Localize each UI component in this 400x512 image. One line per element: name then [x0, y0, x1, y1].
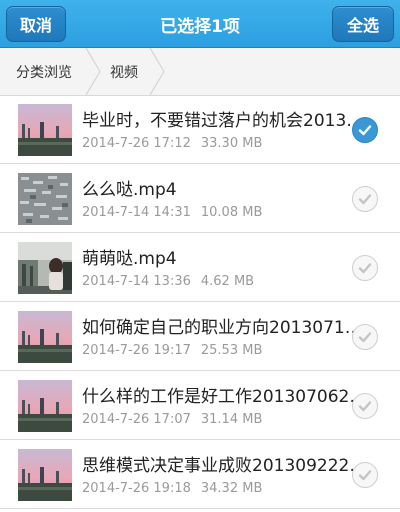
- file-name: 么么哒.mp4: [82, 180, 177, 200]
- file-meta: 2014-7-14 13:36 4.62 MB: [82, 274, 254, 289]
- select-checkbox[interactable]: [352, 255, 378, 281]
- file-size: 25.53 MB: [200, 343, 263, 358]
- file-name: 什么样的工作是好工作2013070621.mp4: [82, 387, 372, 407]
- file-name: 思维模式决定事业成败2013092221.mp4: [82, 456, 372, 476]
- video-thumbnail: [18, 242, 72, 294]
- breadcrumb-item-video[interactable]: 视频: [110, 48, 138, 95]
- select-checkbox[interactable]: [352, 324, 378, 350]
- file-date: 2014-7-26 19:18: [82, 481, 191, 496]
- breadcrumb: 分类浏览 视频: [0, 48, 400, 96]
- file-meta: 2014-7-26 17:12 33.30 MB: [82, 136, 262, 151]
- video-thumbnail: [18, 173, 72, 225]
- video-thumbnail: [18, 449, 72, 501]
- select-checkbox[interactable]: [352, 393, 378, 419]
- checkmark-icon: [357, 467, 373, 483]
- list-item[interactable]: 思维模式决定事业成败2013092221.mp4 2014-7-26 19:18 3…: [0, 441, 400, 509]
- checkmark-icon: [357, 260, 373, 276]
- list-item[interactable]: 如何确定自己的职业方向2013071908.mp4 2014-7-26 19:17…: [0, 303, 400, 371]
- checkmark-icon: [357, 191, 373, 207]
- file-date: 2014-7-26 19:17: [82, 343, 191, 358]
- file-size: 34.32 MB: [200, 481, 263, 496]
- file-meta: 2014-7-14 14:31 10.08 MB: [82, 205, 262, 220]
- file-meta: 2014-7-26 19:17 25.53 MB: [82, 343, 262, 358]
- file-size: 10.08 MB: [200, 205, 263, 220]
- checkmark-icon: [357, 122, 373, 138]
- list-item[interactable]: 毕业时，不要错过落户的机会2013071808.mp4 2014-7-26 17:…: [0, 96, 400, 164]
- top-bar: 取消 已选择1项 全选: [0, 0, 400, 48]
- file-date: 2014-7-14 13:36: [82, 274, 191, 289]
- select-checkbox[interactable]: [352, 462, 378, 488]
- breadcrumb-separator-icon: [149, 48, 165, 95]
- select-all-button[interactable]: 全选: [332, 6, 394, 42]
- cancel-button[interactable]: 取消: [6, 6, 66, 42]
- breadcrumb-separator-icon: [85, 48, 101, 95]
- file-meta: 2014-7-26 19:18 34.32 MB: [82, 481, 262, 496]
- file-name: 如何确定自己的职业方向2013071908.mp4: [82, 318, 372, 338]
- checkmark-icon: [357, 329, 373, 345]
- file-size: 33.30 MB: [200, 136, 263, 151]
- file-name: 萌萌哒.mp4: [82, 249, 177, 269]
- video-thumbnail: [18, 311, 72, 363]
- select-checkbox[interactable]: [352, 117, 378, 143]
- list-item[interactable]: 什么样的工作是好工作2013070621.mp4 2014-7-26 17:07 3…: [0, 372, 400, 440]
- file-meta: 2014-7-26 17:07 31.14 MB: [82, 412, 262, 427]
- select-checkbox[interactable]: [352, 186, 378, 212]
- file-date: 2014-7-26 17:12: [82, 136, 191, 151]
- file-date: 2014-7-26 17:07: [82, 412, 191, 427]
- file-size: 31.14 MB: [200, 412, 263, 427]
- file-name: 毕业时，不要错过落户的机会2013071808.mp4: [82, 111, 372, 131]
- page-title: 已选择1项: [160, 16, 240, 37]
- file-list: 毕业时，不要错过落户的机会2013071808.mp4 2014-7-26 17:…: [0, 96, 400, 512]
- video-thumbnail: [18, 104, 72, 156]
- file-size: 4.62 MB: [200, 274, 255, 289]
- checkmark-icon: [357, 398, 373, 414]
- breadcrumb-item-category-browse[interactable]: 分类浏览: [16, 48, 72, 95]
- list-item[interactable]: 么么哒.mp4 2014-7-14 14:31 10.08 MB: [0, 165, 400, 233]
- video-thumbnail: [18, 380, 72, 432]
- file-date: 2014-7-14 14:31: [82, 205, 191, 220]
- list-item[interactable]: 萌萌哒.mp4 2014-7-14 13:36 4.62 MB: [0, 234, 400, 302]
